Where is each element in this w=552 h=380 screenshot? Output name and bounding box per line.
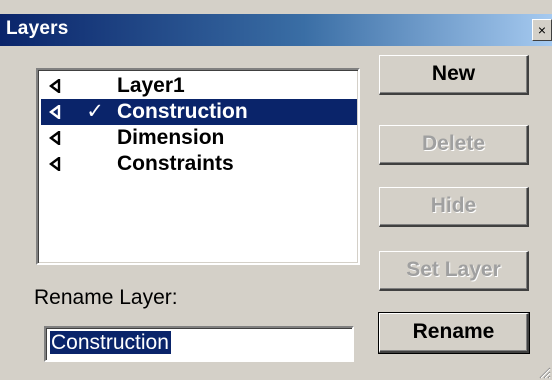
- layer-name: Constraints: [117, 152, 234, 175]
- hide-button[interactable]: Hide: [379, 187, 529, 227]
- rename-button[interactable]: Rename: [378, 312, 530, 354]
- speaker-icon: [49, 73, 69, 99]
- close-button[interactable]: ×: [532, 19, 552, 41]
- set-layer-button[interactable]: Set Layer: [379, 251, 529, 291]
- layer-list-item[interactable]: Dimension: [41, 125, 357, 151]
- layer-name: Construction: [117, 100, 248, 123]
- close-icon: ×: [537, 22, 547, 38]
- layer-list-item[interactable]: Constraints: [41, 151, 357, 177]
- speaker-icon: [49, 125, 69, 151]
- rename-layer-input[interactable]: Construction: [44, 326, 354, 362]
- rename-layer-label: Rename Layer:: [34, 286, 178, 309]
- check-icon: ✓: [86, 100, 104, 123]
- layer-name: Layer1: [117, 74, 185, 97]
- rename-input-selected-text: Construction: [50, 331, 171, 354]
- speaker-icon: [49, 151, 69, 177]
- speaker-icon: [49, 99, 69, 125]
- layer-list-item[interactable]: Layer1: [41, 73, 357, 99]
- delete-button[interactable]: Delete: [379, 125, 529, 165]
- resize-grip-icon[interactable]: [537, 365, 551, 379]
- title-bar[interactable]: Layers ×: [0, 14, 552, 46]
- layer-list-item-selected[interactable]: ✓ Construction: [41, 99, 357, 125]
- layer-list[interactable]: Layer1 ✓ Construction Dimension Constrai…: [36, 68, 360, 265]
- window-title: Layers: [6, 18, 69, 39]
- layer-name: Dimension: [117, 126, 225, 149]
- new-button[interactable]: New: [379, 55, 529, 95]
